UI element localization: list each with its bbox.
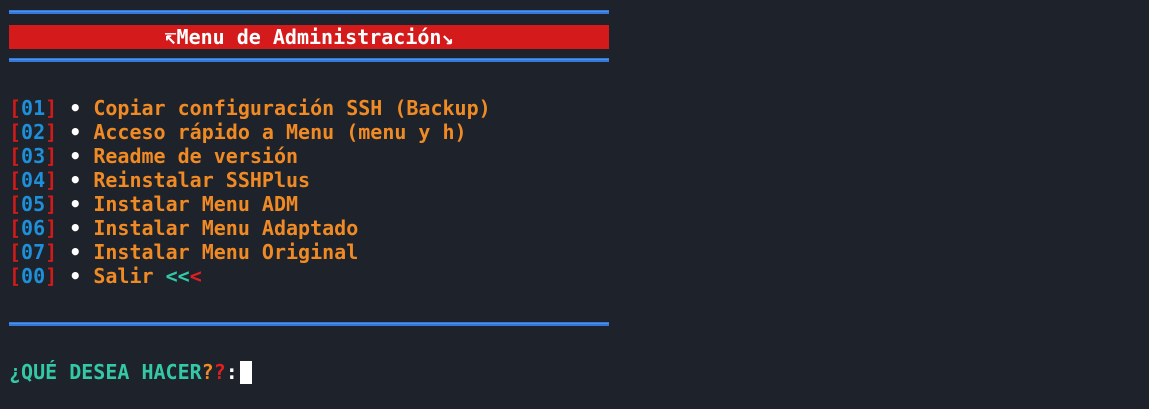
bracket-open: [	[9, 168, 22, 192]
arrow-up-left-icon: ↸	[164, 25, 177, 49]
question-mark-red: ?	[213, 360, 226, 384]
title-bar: ↸ Menu de Administración ↘	[9, 25, 609, 49]
bracket-close: ]	[45, 120, 58, 144]
command-prompt[interactable]: ¿QUÉ DESEA HACER ?? :	[9, 360, 252, 384]
prompt-colon: :	[225, 360, 238, 384]
menu-item-02: [02] • Acceso rápido a Menu (menu y h)	[9, 120, 491, 144]
back-arrow-icon: <<	[165, 264, 190, 288]
arrow-down-right-icon: ↘	[441, 25, 454, 49]
bracket-open: [	[9, 144, 22, 168]
bracket-close: ]	[45, 96, 58, 120]
option-number: 00	[21, 264, 46, 288]
menu-item-01: [01] • Copiar configuración SSH (Backup)	[9, 96, 491, 120]
bullet-icon: •	[69, 120, 82, 144]
bracket-open: [	[9, 192, 22, 216]
option-number: 03	[21, 144, 46, 168]
option-label: Instalar Menu Original	[93, 240, 359, 264]
bracket-close: ]	[45, 240, 58, 264]
bracket-open: [	[9, 240, 22, 264]
bullet-icon: •	[69, 168, 82, 192]
menu-item-05: [05] • Instalar Menu ADM	[9, 192, 491, 216]
option-number: 05	[21, 192, 46, 216]
option-number: 02	[21, 120, 46, 144]
option-label: Copiar configuración SSH (Backup)	[93, 96, 491, 120]
menu-item-07: [07] • Instalar Menu Original	[9, 240, 491, 264]
top-separator	[9, 10, 609, 14]
menu-item-06: [06] • Instalar Menu Adaptado	[9, 216, 491, 240]
bullet-icon: •	[69, 264, 82, 288]
option-label: Acceso rápido a Menu (menu y h)	[93, 120, 467, 144]
question-mark: ?	[201, 360, 214, 384]
bracket-close: ]	[45, 144, 58, 168]
option-label: Instalar Menu Adaptado	[93, 216, 359, 240]
bracket-close: ]	[45, 216, 58, 240]
bottom-separator	[9, 322, 609, 326]
bracket-open: [	[9, 120, 22, 144]
option-label: Reinstalar SSHPlus	[93, 168, 311, 192]
menu-item-04: [04] • Reinstalar SSHPlus	[9, 168, 491, 192]
input-cursor[interactable]	[239, 360, 252, 384]
page-title: Menu de Administración	[176, 25, 442, 49]
option-label: Salir	[93, 264, 154, 288]
menu-list: [01] • Copiar configuración SSH (Backup)…	[9, 96, 491, 288]
option-number: 04	[21, 168, 46, 192]
bracket-open: [	[9, 96, 22, 120]
menu-item-00: [00] • Salir <<<	[9, 264, 491, 288]
option-number: 06	[21, 216, 46, 240]
bracket-open: [	[9, 216, 22, 240]
bullet-icon: •	[69, 96, 82, 120]
bullet-icon: •	[69, 144, 82, 168]
back-arrow-red-icon: <	[189, 264, 202, 288]
bracket-open: [	[9, 264, 22, 288]
title-separator	[9, 58, 609, 62]
bullet-icon: •	[69, 192, 82, 216]
bracket-close: ]	[45, 264, 58, 288]
option-number: 07	[21, 240, 46, 264]
menu-item-03: [03] • Readme de versión	[9, 144, 491, 168]
option-number: 01	[21, 96, 46, 120]
prompt-text: ¿QUÉ DESEA HACER	[9, 360, 202, 384]
bracket-close: ]	[45, 192, 58, 216]
option-label: Instalar Menu ADM	[93, 192, 299, 216]
bullet-icon: •	[69, 240, 82, 264]
option-label: Readme de versión	[93, 144, 299, 168]
bullet-icon: •	[69, 216, 82, 240]
bracket-close: ]	[45, 168, 58, 192]
